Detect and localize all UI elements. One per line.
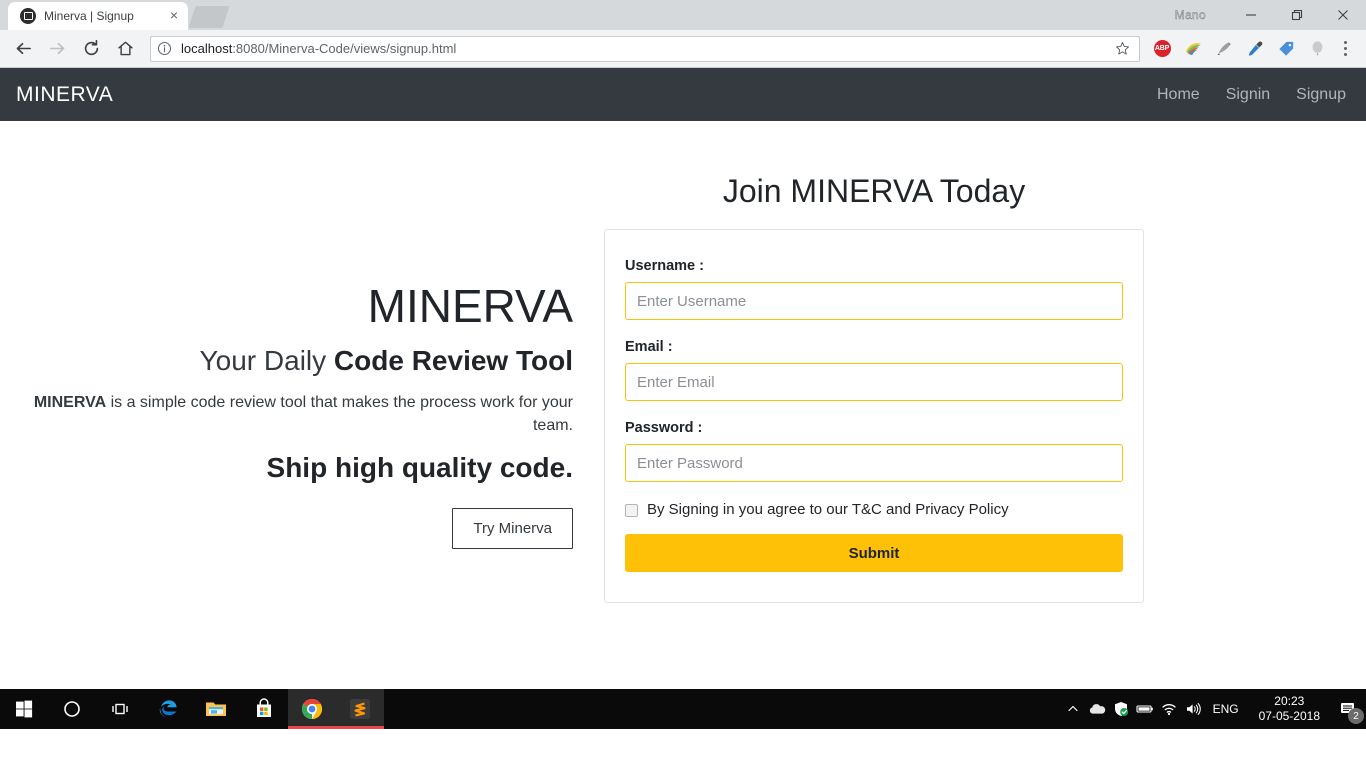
hero-title: MINERVA	[367, 280, 573, 332]
email-field-group: Email :	[625, 339, 1123, 401]
adblock-plus-icon[interactable]: ABP	[1147, 34, 1177, 64]
abp-badge-label: ABP	[1153, 40, 1171, 57]
back-icon[interactable]	[8, 34, 38, 64]
site-navbar: MINERVA Home Signin Signup	[0, 68, 1366, 121]
menu-dot	[1343, 47, 1347, 50]
home-icon[interactable]	[110, 34, 140, 64]
hero-subtitle-light: Your Daily	[199, 344, 334, 376]
new-tab-button[interactable]	[188, 6, 230, 28]
bookmark-star-icon[interactable]	[1111, 41, 1133, 56]
notification-count-badge: 2	[1348, 708, 1364, 724]
nav-link-signup[interactable]: Signup	[1296, 86, 1346, 104]
whatfont-icon[interactable]	[1209, 34, 1239, 64]
battery-icon[interactable]	[1133, 689, 1157, 729]
email-input[interactable]	[625, 363, 1123, 401]
task-view-button[interactable]	[96, 689, 144, 729]
language-indicator[interactable]: ENG	[1205, 702, 1249, 716]
url-path: :8080/Minerva-Code/views/signup.html	[232, 41, 457, 56]
nav-link-signin[interactable]: Signin	[1226, 86, 1270, 104]
eyedropper-icon[interactable]	[1240, 34, 1270, 64]
start-button[interactable]	[0, 689, 48, 729]
hero-tagline: Ship high quality code.	[266, 451, 573, 483]
nav-links: Home Signin Signup	[1157, 86, 1346, 104]
file-explorer-button[interactable]	[192, 689, 240, 729]
page-viewport: MINERVA Home Signin Signup MINERVA Your …	[0, 68, 1366, 729]
username-field-group: Username :	[625, 258, 1123, 320]
terms-row: By Signing in you agree to our T&C and P…	[625, 501, 1123, 518]
page-info-icon[interactable]	[157, 41, 175, 56]
try-minerva-button[interactable]: Try Minerva	[452, 507, 573, 549]
maximize-button[interactable]	[1274, 0, 1320, 30]
menu-dot	[1343, 53, 1347, 56]
url-text[interactable]: localhost:8080/Minerva-Code/views/signup…	[181, 41, 1111, 56]
chevron-up-icon[interactable]	[1061, 689, 1085, 729]
minimize-button[interactable]	[1228, 0, 1274, 30]
password-field-group: Password :	[625, 420, 1123, 482]
cortana-button[interactable]	[48, 689, 96, 729]
chrome-menu-icon[interactable]	[1332, 34, 1358, 64]
volume-icon[interactable]	[1181, 689, 1205, 729]
nav-link-home[interactable]: Home	[1157, 86, 1200, 104]
hero-subtitle: Your Daily Code Review Tool	[0, 344, 573, 378]
wifi-icon[interactable]	[1157, 689, 1181, 729]
clock[interactable]: 20:23 07-05-2018	[1249, 694, 1330, 724]
hero-cta-wrap: Try Minerva	[0, 507, 573, 549]
action-center-button[interactable]: 2	[1330, 689, 1366, 729]
balloon-extension-icon[interactable]	[1302, 34, 1332, 64]
address-bar[interactable]: localhost:8080/Minerva-Code/views/signup…	[150, 35, 1140, 62]
tab-title: Minerva | Signup	[44, 9, 134, 23]
microsoft-store-button[interactable]	[240, 689, 288, 729]
brand-logo[interactable]: MINERVA	[16, 83, 113, 107]
hero-section: MINERVA Your Daily Code Review Tool MINE…	[0, 173, 573, 549]
password-input[interactable]	[625, 444, 1123, 482]
browser-chrome: Minerva | Signup × Mano localhost:8080/M…	[0, 0, 1366, 68]
defender-shield-icon[interactable]	[1109, 689, 1133, 729]
signup-card: Username : Email : Password : By Signing…	[604, 229, 1144, 603]
windows-taskbar: ENG 20:23 07-05-2018 2	[0, 689, 1366, 729]
clock-time: 20:23	[1274, 694, 1305, 708]
sublime-text-button[interactable]	[336, 689, 384, 729]
page-content: MINERVA Your Daily Code Review Tool MINE…	[0, 121, 1366, 603]
extension-icons: ABP	[1146, 34, 1332, 64]
close-tab-icon[interactable]: ×	[166, 8, 182, 24]
minerva-favicon-icon	[20, 8, 36, 24]
tag-assistant-icon[interactable]	[1271, 34, 1301, 64]
terms-label[interactable]: By Signing in you agree to our T&C and P…	[647, 501, 1009, 518]
password-label: Password :	[625, 420, 703, 436]
onedrive-cloud-icon[interactable]	[1085, 689, 1109, 729]
submit-button[interactable]: Submit	[625, 534, 1123, 572]
reload-icon[interactable]	[76, 34, 106, 64]
colorzilla-icon[interactable]	[1178, 34, 1208, 64]
terms-checkbox[interactable]	[625, 504, 638, 517]
clock-date: 07-05-2018	[1258, 709, 1320, 723]
menu-dot	[1343, 41, 1347, 44]
username-input[interactable]	[625, 282, 1123, 320]
edge-button[interactable]	[144, 689, 192, 729]
hero-subtitle-bold: Code Review Tool	[333, 344, 573, 376]
hero-description: MINERVA is a simple code review tool tha…	[0, 391, 573, 437]
profile-name[interactable]: Mano	[1175, 8, 1206, 22]
hero-description-brand: MINERVA	[33, 394, 107, 412]
signup-column: Join MINERVA Today Username : Email : Pa…	[604, 173, 1144, 603]
close-window-button[interactable]	[1320, 0, 1366, 30]
chrome-button[interactable]	[288, 689, 336, 729]
system-tray: ENG 20:23 07-05-2018 2	[1061, 689, 1366, 729]
forward-icon[interactable]	[42, 34, 72, 64]
window-controls: Mano	[1175, 0, 1366, 30]
url-host: localhost	[181, 41, 233, 56]
tab-strip: Minerva | Signup × Mano	[0, 0, 1366, 30]
username-label: Username :	[625, 258, 704, 274]
browser-toolbar: localhost:8080/Minerva-Code/views/signup…	[0, 30, 1366, 68]
signup-heading: Join MINERVA Today	[722, 173, 1026, 209]
email-label: Email :	[625, 339, 673, 355]
browser-tab[interactable]: Minerva | Signup ×	[8, 2, 188, 30]
hero-description-text: is a simple code review tool that makes …	[106, 394, 573, 435]
